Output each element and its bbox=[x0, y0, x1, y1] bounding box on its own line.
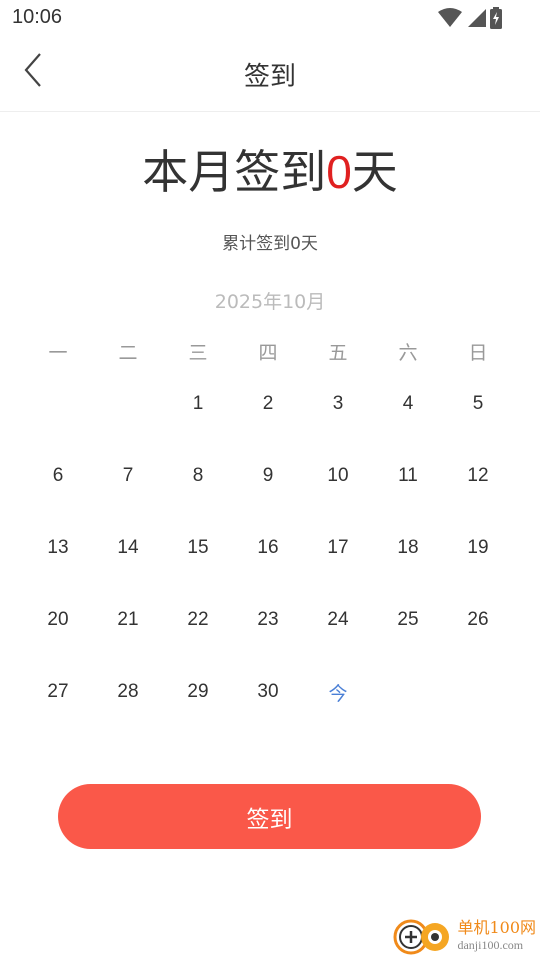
weekday-label: 一 bbox=[48, 342, 68, 364]
page-title: 签到 bbox=[243, 62, 296, 92]
status-bar: 10:06 bbox=[0, 0, 540, 36]
calendar-day[interactable]: 9 bbox=[233, 440, 303, 512]
calendar-day[interactable]: 24 bbox=[303, 584, 373, 656]
calendar-day[interactable]: 5 bbox=[443, 368, 513, 440]
calendar-day[interactable]: 12 bbox=[443, 440, 513, 512]
summary-suffix: 天 bbox=[351, 145, 398, 199]
calendar-day[interactable]: 13 bbox=[23, 512, 93, 584]
watermark-name: 单机100网 bbox=[457, 917, 536, 937]
calendar-day[interactable]: 26 bbox=[443, 584, 513, 656]
weekday-label: 三 bbox=[188, 342, 208, 364]
status-icons bbox=[438, 7, 502, 29]
watermark-url: danji100.com bbox=[457, 937, 524, 952]
site-watermark: 单机100网 danji100.com bbox=[391, 912, 536, 958]
calendar-day[interactable]: 21 bbox=[93, 584, 163, 656]
weekday-label: 四 bbox=[258, 342, 278, 364]
calendar-day[interactable]: 6 bbox=[23, 440, 93, 512]
total-signin-text: 累计签到0天 bbox=[222, 234, 318, 254]
weekday-label: 五 bbox=[328, 342, 348, 364]
calendar-day[interactable]: 4 bbox=[373, 368, 443, 440]
calendar-grid: 1 2 3 4 5 6 7 8 9 10 11 12 13 14 15 16 17 18 19 20 21 22 23 24 2… bbox=[23, 368, 513, 728]
watermark-logo-icon bbox=[393, 919, 450, 955]
calendar-day[interactable]: 15 bbox=[163, 512, 233, 584]
calendar-day[interactable]: 19 bbox=[443, 512, 513, 584]
calendar-day[interactable]: 28 bbox=[93, 656, 163, 728]
calendar-day[interactable]: 1 bbox=[163, 368, 233, 440]
sign-in-button[interactable]: 签到 bbox=[58, 784, 481, 849]
calendar-day[interactable]: 3 bbox=[303, 368, 373, 440]
calendar-day[interactable]: 16 bbox=[233, 512, 303, 584]
calendar-blank-cell bbox=[93, 368, 163, 440]
calendar-day[interactable]: 10 bbox=[303, 440, 373, 512]
weekday-label: 二 bbox=[118, 342, 138, 364]
summary-prefix: 本月签到 bbox=[142, 145, 327, 199]
weekday-header: 一 二 三 四 五 六 日 bbox=[23, 338, 513, 364]
wifi-icon bbox=[438, 8, 462, 28]
weekday-label: 六 bbox=[398, 342, 418, 364]
weekday-label: 日 bbox=[468, 342, 488, 364]
calendar-day[interactable]: 11 bbox=[373, 440, 443, 512]
calendar-day[interactable]: 25 bbox=[373, 584, 443, 656]
calendar-day[interactable]: 30 bbox=[233, 656, 303, 728]
status-time: 10:06 bbox=[12, 6, 63, 28]
calendar-day[interactable]: 8 bbox=[163, 440, 233, 512]
month-label: 2025年10月 bbox=[214, 291, 326, 313]
calendar-day[interactable]: 14 bbox=[93, 512, 163, 584]
calendar-day[interactable]: 18 bbox=[373, 512, 443, 584]
calendar-day[interactable]: 23 bbox=[233, 584, 303, 656]
header: 签到 bbox=[0, 36, 540, 112]
signal-icon bbox=[466, 8, 486, 28]
calendar-day[interactable]: 7 bbox=[93, 440, 163, 512]
calendar-day[interactable]: 20 bbox=[23, 584, 93, 656]
calendar-day[interactable]: 17 bbox=[303, 512, 373, 584]
signin-count: 0 bbox=[326, 146, 352, 198]
calendar-day[interactable]: 2 bbox=[233, 368, 303, 440]
calendar-day-today[interactable]: 今 bbox=[303, 656, 373, 728]
calendar-blank-cell bbox=[23, 368, 93, 440]
calendar-day[interactable]: 22 bbox=[163, 584, 233, 656]
calendar-day[interactable]: 27 bbox=[23, 656, 93, 728]
month-signin-summary: 本月签到0天 bbox=[0, 142, 540, 202]
battery-charging-icon bbox=[490, 7, 502, 29]
calendar-day[interactable]: 29 bbox=[163, 656, 233, 728]
